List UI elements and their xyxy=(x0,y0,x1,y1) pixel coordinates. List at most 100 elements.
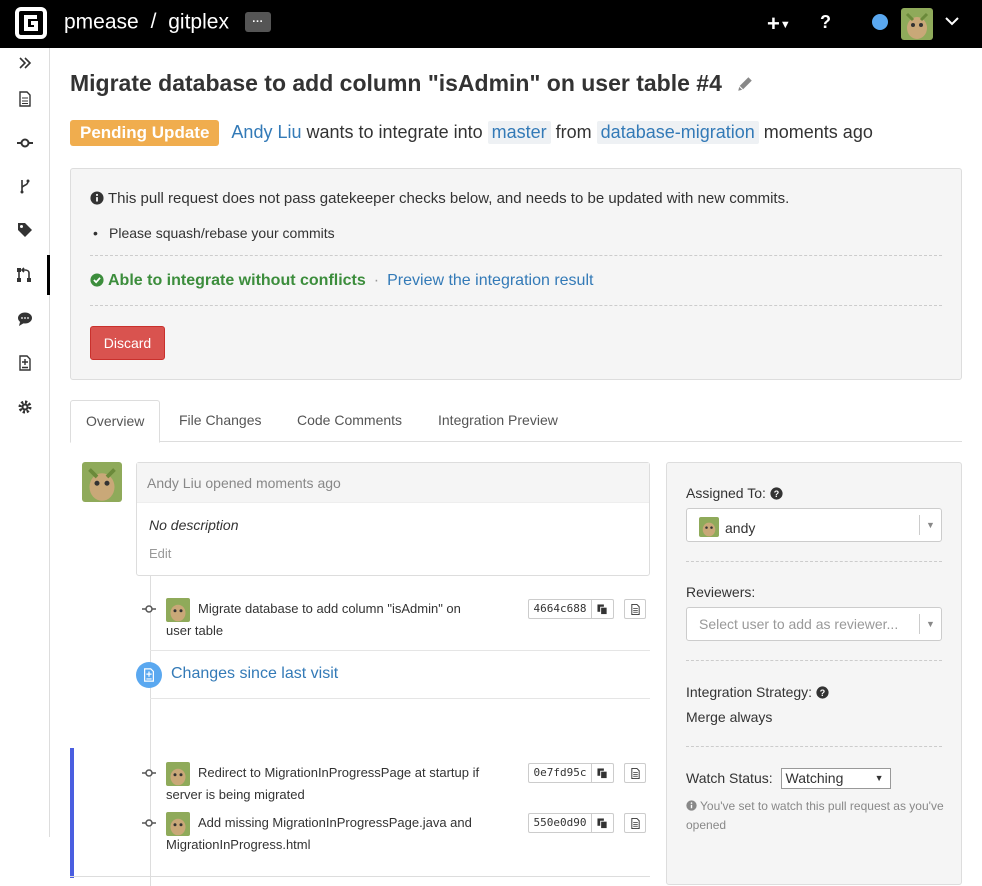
sidebar-toggle[interactable] xyxy=(0,48,50,78)
reviewer-select[interactable]: Select user to add as reviewer... ▼ xyxy=(686,607,942,641)
commit-message-link[interactable]: Migrate database to add column "isAdmin"… xyxy=(166,598,486,642)
repo-owner-link[interactable]: pmease xyxy=(64,10,139,33)
watch-status-value: Watching xyxy=(785,770,844,786)
divider xyxy=(90,305,942,306)
pull-request-side-panel: Assigned To:? andy ▼ Reviewers: Select u… xyxy=(666,462,962,885)
timeline-line xyxy=(150,576,151,886)
sidebar-item-compare[interactable] xyxy=(0,343,50,383)
branch-icon xyxy=(20,179,30,194)
info-circle-icon xyxy=(90,191,104,205)
file-icon xyxy=(19,91,31,107)
cat-avatar-icon xyxy=(82,462,122,502)
user-avatar[interactable] xyxy=(901,8,933,40)
info-circle-icon xyxy=(686,800,697,811)
author-avatar[interactable] xyxy=(82,462,122,502)
sidebar-item-tags[interactable] xyxy=(0,210,50,250)
source-branch-link[interactable]: database-migration xyxy=(596,121,759,144)
svg-text:?: ? xyxy=(820,688,825,698)
tab-file-changes[interactable]: File Changes xyxy=(164,400,277,442)
file-icon xyxy=(630,817,640,829)
cat-avatar-icon xyxy=(901,8,933,40)
author-link[interactable]: Andy Liu xyxy=(231,122,301,142)
tab-overview[interactable]: Overview xyxy=(70,400,161,443)
commit-node-icon xyxy=(142,769,156,777)
help-button[interactable]: ? xyxy=(820,12,831,33)
watch-status-select[interactable]: Watching ▼ xyxy=(780,768,891,789)
question-circle-icon[interactable]: ? xyxy=(770,487,783,500)
sidebar-item-files[interactable] xyxy=(0,79,50,119)
repo-more-button[interactable]: ··· xyxy=(244,12,271,33)
copy-hash-button[interactable] xyxy=(592,813,614,833)
divider xyxy=(686,746,942,747)
sidebar-item-branches[interactable] xyxy=(0,166,50,206)
preview-integration-link[interactable]: Preview the integration result xyxy=(387,272,593,289)
commit-hash-link[interactable]: 550e0d90 xyxy=(528,813,592,833)
watch-status-row: Watch Status: Watching ▼ xyxy=(686,768,891,789)
repo-breadcrumb: pmease / gitplex ··· xyxy=(64,10,271,34)
plus-icon: + xyxy=(767,11,780,36)
copy-hash-button[interactable] xyxy=(592,599,614,619)
gatekeeper-panel: This pull request does not pass gatekeep… xyxy=(70,168,962,380)
divider xyxy=(90,255,942,256)
comment-description: No description xyxy=(149,517,239,533)
separator-dot: · xyxy=(373,272,380,289)
sidebar-item-commits[interactable] xyxy=(0,123,50,163)
copy-hash-button[interactable] xyxy=(592,763,614,783)
activity-timeline: Andy Liu opened moments ago No descripti… xyxy=(70,462,650,886)
commit-message-link[interactable]: Add missing MigrationInProgressPage.java… xyxy=(166,812,486,856)
discard-button[interactable]: Discard xyxy=(90,326,165,360)
breadcrumb-separator: / xyxy=(150,10,157,34)
from-text: from xyxy=(555,122,592,142)
assigned-to-label-text: Assigned To: xyxy=(686,485,766,501)
file-icon xyxy=(630,603,640,615)
notification-dot-icon[interactable] xyxy=(872,14,888,30)
assignee-select[interactable]: andy ▼ xyxy=(686,508,942,542)
commit-hash-link[interactable]: 0e7fd95c xyxy=(528,763,592,783)
caret-down-icon: ▼ xyxy=(919,515,941,535)
commit-hash-link[interactable]: 4664c688 xyxy=(528,599,592,619)
question-circle-icon[interactable]: ? xyxy=(816,686,829,699)
sidebar-item-settings[interactable] xyxy=(0,387,50,427)
sidebar-item-comments[interactable] xyxy=(0,299,50,339)
gear-icon xyxy=(18,400,32,414)
sidebar-item-pull-requests[interactable] xyxy=(0,255,50,295)
browse-files-button[interactable] xyxy=(624,599,646,619)
target-branch-link[interactable]: master xyxy=(487,121,551,144)
gatekeeper-bullet: Please squash/rebase your commits xyxy=(93,225,335,241)
commit-message-link[interactable]: Redirect to MigrationInProgressPage at s… xyxy=(166,762,486,806)
status-badge: Pending Update xyxy=(70,120,220,146)
integration-strategy-label-text: Integration Strategy: xyxy=(686,684,813,700)
watch-note: You've set to watch this pull request as… xyxy=(686,797,946,835)
changes-since-last-visit-link[interactable]: Changes since last visit xyxy=(171,665,338,683)
tab-code-comments[interactable]: Code Comments xyxy=(282,400,417,442)
gitplex-logo-icon[interactable] xyxy=(15,7,47,39)
conflict-status-text: Able to integrate without conflicts xyxy=(108,272,366,289)
reviewer-placeholder: Select user to add as reviewer... xyxy=(699,616,899,632)
commit-icon xyxy=(17,138,33,148)
tab-integration-preview[interactable]: Integration Preview xyxy=(423,400,573,442)
divider xyxy=(150,698,650,699)
user-menu-chevron-icon[interactable] xyxy=(944,13,960,29)
reviewers-label: Reviewers: xyxy=(686,584,756,600)
pull-request-icon xyxy=(16,267,31,282)
action-text: wants to integrate into xyxy=(306,122,483,142)
new-changes-marker xyxy=(70,748,74,878)
browse-files-button[interactable] xyxy=(624,813,646,833)
repo-name-link[interactable]: gitplex xyxy=(168,10,229,33)
tag-icon xyxy=(18,223,32,237)
divider xyxy=(686,660,942,661)
conflict-status: Able to integrate without conflicts · Prev… xyxy=(90,272,593,290)
copy-icon xyxy=(597,767,608,779)
copy-icon xyxy=(597,817,608,829)
integration-strategy-value[interactable]: Merge always xyxy=(686,709,772,725)
copy-icon xyxy=(597,603,608,615)
create-menu-button[interactable]: +▼ xyxy=(767,11,791,37)
pencil-icon[interactable] xyxy=(736,75,754,93)
edit-link[interactable]: Edit xyxy=(149,546,171,561)
time-text: moments ago xyxy=(763,122,873,142)
caret-down-icon: ▼ xyxy=(779,19,791,31)
pull-request-summary: Pending Update Andy Liu wants to integra… xyxy=(70,120,873,146)
file-icon xyxy=(630,767,640,779)
browse-files-button[interactable] xyxy=(624,763,646,783)
compare-circle-icon xyxy=(136,662,162,688)
